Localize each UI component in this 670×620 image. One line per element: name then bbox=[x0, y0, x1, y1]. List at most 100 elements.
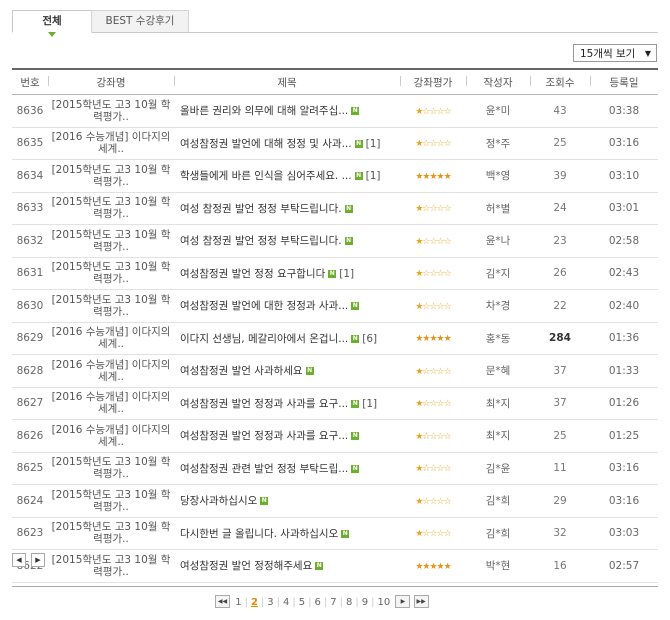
page-link[interactable]: 6 bbox=[313, 597, 323, 608]
post-date: 02:40 bbox=[590, 289, 658, 323]
review-title-cell[interactable]: 여성참정권 발언 정정과 사과를 요구... N bbox=[174, 419, 400, 453]
course-name[interactable]: [2015학년도 고3 10월 학력평가.. bbox=[48, 452, 174, 485]
review-title-cell[interactable]: 당장사과하십시오 N bbox=[174, 484, 400, 518]
page-link[interactable]: 5 bbox=[297, 597, 307, 608]
star-rating: ★☆☆☆☆ bbox=[415, 106, 451, 117]
rating-cell: ★☆☆☆☆ bbox=[400, 127, 466, 160]
review-title-link[interactable]: 여성참정권 발언 사과하세요 bbox=[180, 365, 303, 377]
course-name[interactable]: [2015학년도 고3 10월 학력평가.. bbox=[48, 192, 174, 225]
review-title-cell[interactable]: 여성참정권 발언에 대해 정정 및 사과... N [1] bbox=[174, 127, 400, 160]
review-title-cell[interactable]: 다시한번 글 올립니다. 사과하십시오 N bbox=[174, 517, 400, 550]
table-row[interactable]: 8626 [2016 수능개념] 이다지의 세계.. 여성참정권 발언 정정과 사과… bbox=[12, 419, 658, 453]
review-title-cell[interactable]: 여성참정권 발언 정정해주세요 N bbox=[174, 549, 400, 583]
review-title-cell[interactable]: 학생들에게 바른 인식을 심어주세요. ... N [1] bbox=[174, 159, 400, 193]
course-name[interactable]: [2015학년도 고3 10월 학력평가.. bbox=[48, 517, 174, 550]
course-name[interactable]: [2015학년도 고3 10월 학력평가.. bbox=[48, 94, 174, 128]
table-row[interactable]: 8634 [2015학년도 고3 10월 학력평가.. 학생들에게 바른 인식을 심… bbox=[12, 159, 658, 193]
next-page-button[interactable]: ▶ bbox=[395, 595, 411, 608]
page-link[interactable]: 3 bbox=[265, 597, 275, 608]
review-title-cell[interactable]: 여성 참정권 발언 정정 부탁드립니다. N bbox=[174, 224, 400, 258]
review-title-cell[interactable]: 이다지 선생님, 메갈리아에서 온겁니... N [6] bbox=[174, 322, 400, 355]
review-title-link[interactable]: 여성참정권 관련 발언 정정 부탁드립... bbox=[180, 463, 348, 475]
review-title-link[interactable]: 이다지 선생님, 메갈리아에서 온겁니... bbox=[180, 333, 348, 345]
review-title-link[interactable]: 여성참정권 발언 정정과 사과를 요구... bbox=[180, 398, 348, 410]
comment-count: [1] bbox=[365, 137, 381, 150]
review-title-link[interactable]: 여성참정권 발언 정정해주세요 bbox=[180, 560, 312, 572]
tab-best-reviews[interactable]: BEST 수강후기 bbox=[91, 10, 189, 32]
review-title-cell[interactable]: 올바른 권리와 의무에 대해 알려주십... N bbox=[174, 94, 400, 128]
rating-cell: ★☆☆☆☆ bbox=[400, 387, 466, 420]
review-title-link[interactable]: 여성참정권 발언 정정 요구합니다 bbox=[180, 268, 325, 280]
tab-best-reviews-label: BEST 수강후기 bbox=[105, 15, 175, 27]
star-rating: ★☆☆☆☆ bbox=[415, 431, 451, 442]
table-row[interactable]: 8625 [2015학년도 고3 10월 학력평가.. 여성참정권 관련 발언 정정… bbox=[12, 452, 658, 485]
review-title-cell[interactable]: 여성참정권 발언 정정 요구합니다 N [1] bbox=[174, 257, 400, 290]
table-row[interactable]: 8629 [2016 수능개념] 이다지의 세계.. 이다지 선생님, 메갈리아에서… bbox=[12, 322, 658, 355]
course-name[interactable]: [2016 수능개념] 이다지의 세계.. bbox=[48, 322, 174, 355]
view-count: 26 bbox=[530, 257, 590, 290]
page-link[interactable]: 4 bbox=[281, 597, 291, 608]
page-link[interactable]: 10 bbox=[376, 597, 393, 608]
post-date: 03:16 bbox=[590, 452, 658, 485]
course-name[interactable]: [2015학년도 고3 10월 학력평가.. bbox=[48, 289, 174, 323]
review-title-link[interactable]: 여성참정권 발언에 대한 정정과 사과... bbox=[180, 300, 348, 312]
table-row[interactable]: 8635 [2016 수능개념] 이다지의 세계.. 여성참정권 발언에 대해 정정… bbox=[12, 127, 658, 160]
board-tabs: 전체 BEST 수강후기 bbox=[12, 10, 658, 37]
author: 최*지 bbox=[466, 419, 530, 453]
course-name[interactable]: [2015학년도 고3 10월 학력평가.. bbox=[48, 257, 174, 290]
review-title-cell[interactable]: 여성참정권 관련 발언 정정 부탁드립... N bbox=[174, 452, 400, 485]
course-name[interactable]: [2016 수능개념] 이다지의 세계.. bbox=[48, 387, 174, 420]
course-name[interactable]: [2016 수능개념] 이다지의 세계.. bbox=[48, 127, 174, 160]
course-name[interactable]: [2016 수능개념] 이다지의 세계.. bbox=[48, 354, 174, 388]
review-title-link[interactable]: 여성참정권 발언 정정과 사과를 요구... bbox=[180, 430, 348, 442]
table-row[interactable]: 8628 [2016 수능개념] 이다지의 세계.. 여성참정권 발언 사과하세요 N… bbox=[12, 354, 658, 388]
course-name[interactable]: [2015학년도 고3 10월 학력평가.. bbox=[48, 159, 174, 193]
header-author: 작성자 bbox=[466, 68, 530, 95]
row-number: 8627 bbox=[12, 387, 48, 420]
scroll-right-button[interactable]: ▶ bbox=[31, 553, 45, 567]
review-title-link[interactable]: 학생들에게 바른 인식을 심어주세요. ... bbox=[180, 170, 352, 182]
page-link[interactable]: 8 bbox=[344, 597, 354, 608]
review-title-link[interactable]: 여성참정권 발언에 대해 정정 및 사과... bbox=[180, 138, 352, 150]
row-number: 8625 bbox=[12, 452, 48, 485]
review-title-link[interactable]: 여성 참정권 발언 정정 부탁드립니다. bbox=[180, 235, 342, 247]
course-name[interactable]: [2015학년도 고3 10월 학력평가.. bbox=[48, 549, 174, 583]
table-body: 8636 [2015학년도 고3 10월 학력평가.. 올바른 권리와 의무에 대해… bbox=[12, 94, 658, 583]
page-link[interactable]: 1 bbox=[233, 597, 243, 608]
course-name[interactable]: [2015학년도 고3 10월 학력평가.. bbox=[48, 484, 174, 518]
scroll-left-button[interactable]: ◀ bbox=[12, 553, 26, 567]
course-name[interactable]: [2015학년도 고3 10월 학력평가.. bbox=[48, 224, 174, 258]
page-size-select[interactable]: 15개씩 보기 ▼ bbox=[573, 44, 657, 62]
review-title-link[interactable]: 올바른 권리와 의무에 대해 알려주십... bbox=[180, 105, 348, 117]
review-title-link[interactable]: 당장사과하십시오 bbox=[180, 495, 257, 507]
first-page-button[interactable]: ◀◀ bbox=[215, 595, 230, 608]
table-row[interactable]: 8630 [2015학년도 고3 10월 학력평가.. 여성참정권 발언에 대한 정… bbox=[12, 289, 658, 323]
table-row[interactable]: 8631 [2015학년도 고3 10월 학력평가.. 여성참정권 발언 정정 요구… bbox=[12, 257, 658, 290]
post-date: 01:33 bbox=[590, 354, 658, 388]
post-date: 01:36 bbox=[590, 322, 658, 355]
new-badge-icon: N bbox=[354, 172, 363, 181]
page-link[interactable]: 7 bbox=[328, 597, 338, 608]
table-row[interactable]: 8632 [2015학년도 고3 10월 학력평가.. 여성 참정권 발언 정정 부… bbox=[12, 224, 658, 258]
page-link[interactable]: 9 bbox=[360, 597, 370, 608]
tab-all[interactable]: 전체 bbox=[12, 10, 92, 37]
review-title-link[interactable]: 여성 참정권 발언 정정 부탁드립니다. bbox=[180, 203, 342, 215]
review-title-cell[interactable]: 여성 참정권 발언 정정 부탁드립니다. N bbox=[174, 192, 400, 225]
post-date: 03:16 bbox=[590, 127, 658, 160]
table-row[interactable]: 8623 [2015학년도 고3 10월 학력평가.. 다시한번 글 올립니다. 사… bbox=[12, 517, 658, 550]
review-title-cell[interactable]: 여성참정권 발언에 대한 정정과 사과... N bbox=[174, 289, 400, 323]
table-row[interactable]: 8627 [2016 수능개념] 이다지의 세계.. 여성참정권 발언 정정과 사과… bbox=[12, 387, 658, 420]
table-row[interactable]: 8636 [2015학년도 고3 10월 학력평가.. 올바른 권리와 의무에 대해… bbox=[12, 94, 658, 128]
star-rating: ★☆☆☆☆ bbox=[415, 464, 451, 475]
table-row[interactable]: 8624 [2015학년도 고3 10월 학력평가.. 당장사과하십시오 N ★☆☆☆☆… bbox=[12, 484, 658, 518]
author: 최*지 bbox=[466, 387, 530, 420]
review-title-cell[interactable]: 여성참정권 발언 정정과 사과를 요구... N [1] bbox=[174, 387, 400, 420]
review-title-cell[interactable]: 여성참정권 발언 사과하세요 N bbox=[174, 354, 400, 388]
current-page-link[interactable]: 2 bbox=[249, 597, 260, 608]
table-row[interactable]: 8622 [2015학년도 고3 10월 학력평가.. 여성참정권 발언 정정해주세… bbox=[12, 549, 658, 583]
table-row[interactable]: 8633 [2015학년도 고3 10월 학력평가.. 여성 참정권 발언 정정 부… bbox=[12, 192, 658, 225]
review-title-link[interactable]: 다시한번 글 올립니다. 사과하십시오 bbox=[180, 528, 338, 540]
row-number: 8629 bbox=[12, 322, 48, 355]
course-name[interactable]: [2016 수능개념] 이다지의 세계.. bbox=[48, 419, 174, 453]
last-page-button[interactable]: ▶▶ bbox=[413, 595, 429, 608]
